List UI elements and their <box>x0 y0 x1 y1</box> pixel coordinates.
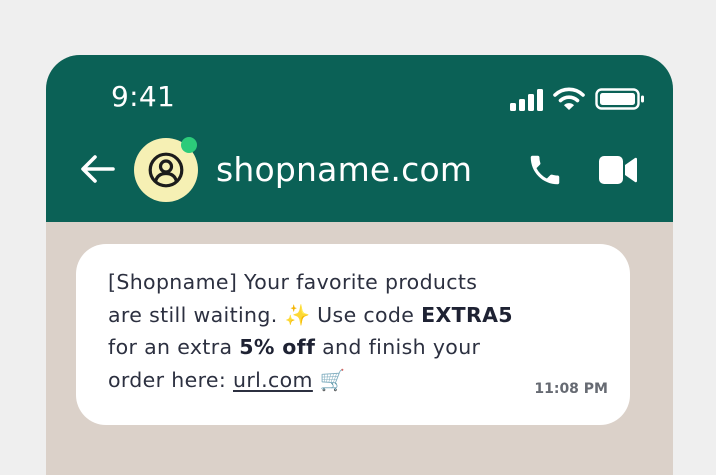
message-line-3-end: and finish your <box>315 335 481 359</box>
video-call-button[interactable] <box>597 153 639 187</box>
online-status-indicator <box>181 137 197 153</box>
message-line-2-start: are still waiting. <box>108 302 285 327</box>
arrow-left-icon <box>81 155 115 183</box>
chat-header: 9:41 shopname.com <box>46 55 673 222</box>
contact-name[interactable]: shopname.com <box>216 150 472 189</box>
promo-code: EXTRA5 <box>421 302 513 327</box>
message-line-3-start: for an extra <box>108 335 240 359</box>
status-time: 9:41 <box>111 80 176 113</box>
battery-icon <box>595 88 644 110</box>
phone-icon <box>530 155 560 185</box>
shopping-cart-icon: 🛒 <box>319 367 346 392</box>
message-text: [Shopname] Your favorite products are st… <box>108 266 548 396</box>
cellular-signal-icon <box>510 89 543 111</box>
message-timestamp: 11:08 PM <box>534 381 608 397</box>
back-button[interactable] <box>79 150 117 188</box>
phone-frame: 9:41 shopname.com [Shopname] Your favori… <box>46 55 673 475</box>
sparkles-icon: ✨ <box>284 302 311 327</box>
message-line-2-middle: Use code <box>310 302 422 327</box>
user-circle-icon <box>148 152 184 188</box>
order-link[interactable]: url.com <box>233 368 313 392</box>
video-camera-icon <box>599 156 637 184</box>
message-line-4-start: order here: <box>108 367 233 392</box>
call-button[interactable] <box>526 151 564 189</box>
wifi-icon <box>553 87 585 110</box>
message-bubble[interactable]: [Shopname] Your favorite products are st… <box>76 244 630 425</box>
discount-amount: 5% off <box>239 335 316 359</box>
message-line-1: [Shopname] Your favorite products <box>108 270 478 294</box>
